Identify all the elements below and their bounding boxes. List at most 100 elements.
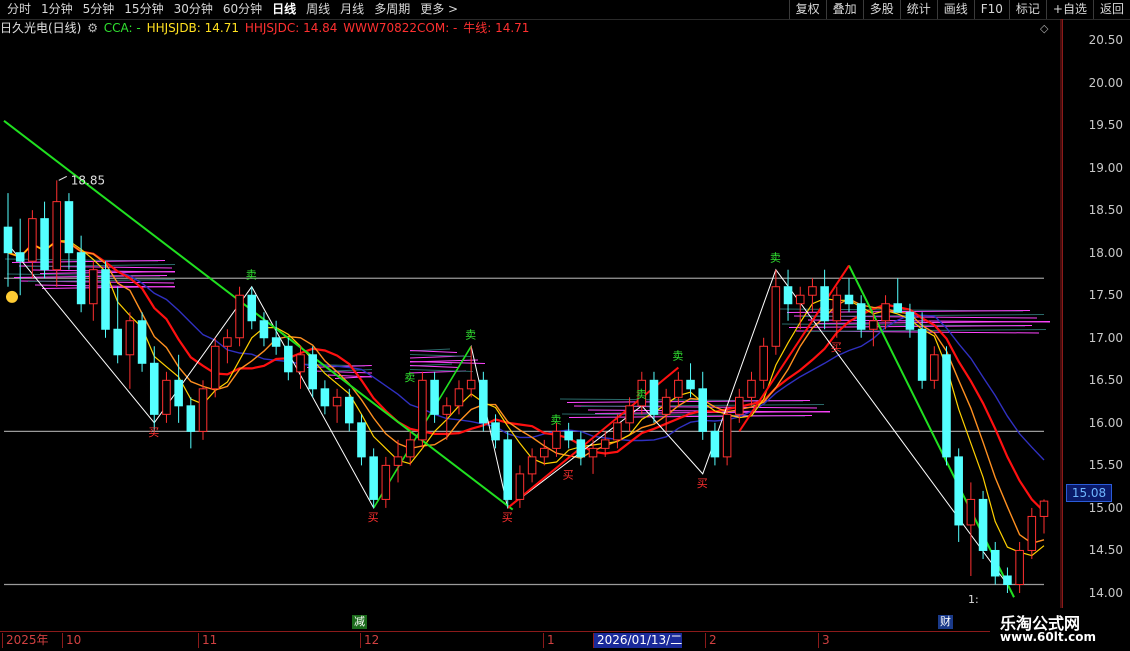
candle-body [735,396,744,415]
candle-body [52,201,62,271]
price-label: 18.50 [1088,203,1123,218]
event-marker-cai[interactable]: 财 [938,615,953,629]
sell-marker: 卖 [770,252,781,265]
peak-price-label: 18.85 [71,173,105,187]
date-axis: 2025年 10 11 12 1 2026/01/13/二 2 3 [0,631,1062,651]
buy-marker: 买 [368,511,379,524]
date-label: 10 [62,633,81,648]
candle-body [284,345,293,373]
candle-body [552,430,561,449]
price-label: 14.50 [1088,543,1123,558]
candle-body [661,396,671,415]
price-chart[interactable]: 卖卖卖卖卖卖卖买买 买买买买18.851: [0,19,1062,631]
candle-body [783,286,793,305]
candle-body [576,439,586,458]
candle-body [198,388,208,432]
date-label: 2025年 [2,633,49,648]
tool-button-1[interactable]: 叠加 [825,0,863,19]
candle-body [990,549,1000,577]
candle-body [320,388,330,407]
period-tab-7[interactable]: 周线 [301,0,335,19]
buy-marker: 买 [502,511,513,524]
period-tab-3[interactable]: 15分钟 [119,0,168,19]
price-label: 18.00 [1088,245,1123,260]
tool-button-8[interactable]: 返回 [1092,0,1130,19]
period-tab-0[interactable]: 分时 [2,0,36,19]
candle-body [795,294,805,305]
candle-body [479,379,488,424]
tool-button-3[interactable]: 统计 [899,0,937,19]
ma-red-line [7,239,1045,513]
candle-body [527,456,537,475]
tool-button-0[interactable]: 复权 [788,0,826,19]
candle-body [430,379,439,415]
period-tab-9[interactable]: 多周期 [369,0,415,19]
candle-body [381,464,391,500]
candle-body [844,294,854,305]
candle-body [162,379,171,415]
price-label: 15.00 [1088,500,1123,515]
period-tab-5[interactable]: 60分钟 [218,0,267,19]
candle-body [625,405,634,424]
magenta-band-line [568,415,813,418]
candle-body [881,303,890,322]
date-label: 12 [360,633,379,648]
tool-button-2[interactable]: 多股 [862,0,900,19]
period-tab-4[interactable]: 30分钟 [169,0,218,19]
price-label: 19.00 [1088,160,1123,175]
candle-body [686,379,695,390]
magenta-band-line [409,350,458,353]
low-price-label: 1: [968,593,979,606]
candle-body [15,252,25,262]
sell-marker: 卖 [636,388,647,401]
candle-body [808,286,817,296]
candle-body [503,439,512,500]
buy-marker: 买 [563,468,574,481]
period-tab-10[interactable]: 更多 > [415,0,463,19]
period-tab-8[interactable]: 月线 [335,0,369,19]
tool-button-4[interactable]: 画线 [936,0,974,19]
smiley-icon [6,290,18,303]
buy-marker: 买 [831,341,842,354]
period-tab-1[interactable]: 1分钟 [36,0,78,19]
candle-body [649,379,659,415]
candle-body [308,354,317,390]
candle-body [564,430,573,441]
candle-body [930,354,939,381]
candle-body [418,379,427,441]
period-tab-6[interactable]: 日线 [267,0,301,19]
candle-body [64,201,74,254]
tool-buttons: 复权 叠加 多股 统计 画线 F10 标记 +自选 返回 [788,0,1130,19]
magenta-band-line [409,361,486,364]
top-toolbar: 分时 1分钟 5分钟 15分钟 30分钟 60分钟 日线 周线 月线 多周期 更多 > 复权 叠加 多股… [0,0,1130,20]
current-price-tag: 15.08 [1066,484,1112,502]
candle-body [893,303,903,313]
candle-body [235,294,244,339]
candle-body [771,286,781,347]
date-label: 2026/01/13/二 [593,633,683,648]
event-marker-jian[interactable]: 减 [352,615,367,629]
candle-body [491,422,500,441]
tool-button-7[interactable]: +自选 [1045,0,1093,19]
period-tab-2[interactable]: 5分钟 [78,0,120,19]
candle-body [186,405,196,432]
magenta-band-line [409,354,472,357]
candle-body [613,422,622,441]
candle-body [600,439,610,449]
price-label: 14.00 [1088,586,1123,600]
date-label: 1 [543,633,555,648]
candle-body [978,498,988,551]
candle-body [174,379,183,407]
price-label: 16.50 [1088,373,1123,388]
magenta-band-line [566,400,811,403]
buy-marker: 买 [148,426,159,439]
candle-body [28,218,37,262]
candle-body [466,379,476,390]
candle-body [540,447,549,458]
peak-pointer [58,175,67,181]
tool-button-5[interactable]: F10 [973,0,1009,19]
candle-body [588,447,598,458]
tool-button-6[interactable]: 标记 [1008,0,1046,19]
candle-body [698,388,708,432]
date-label: 11 [198,633,217,648]
